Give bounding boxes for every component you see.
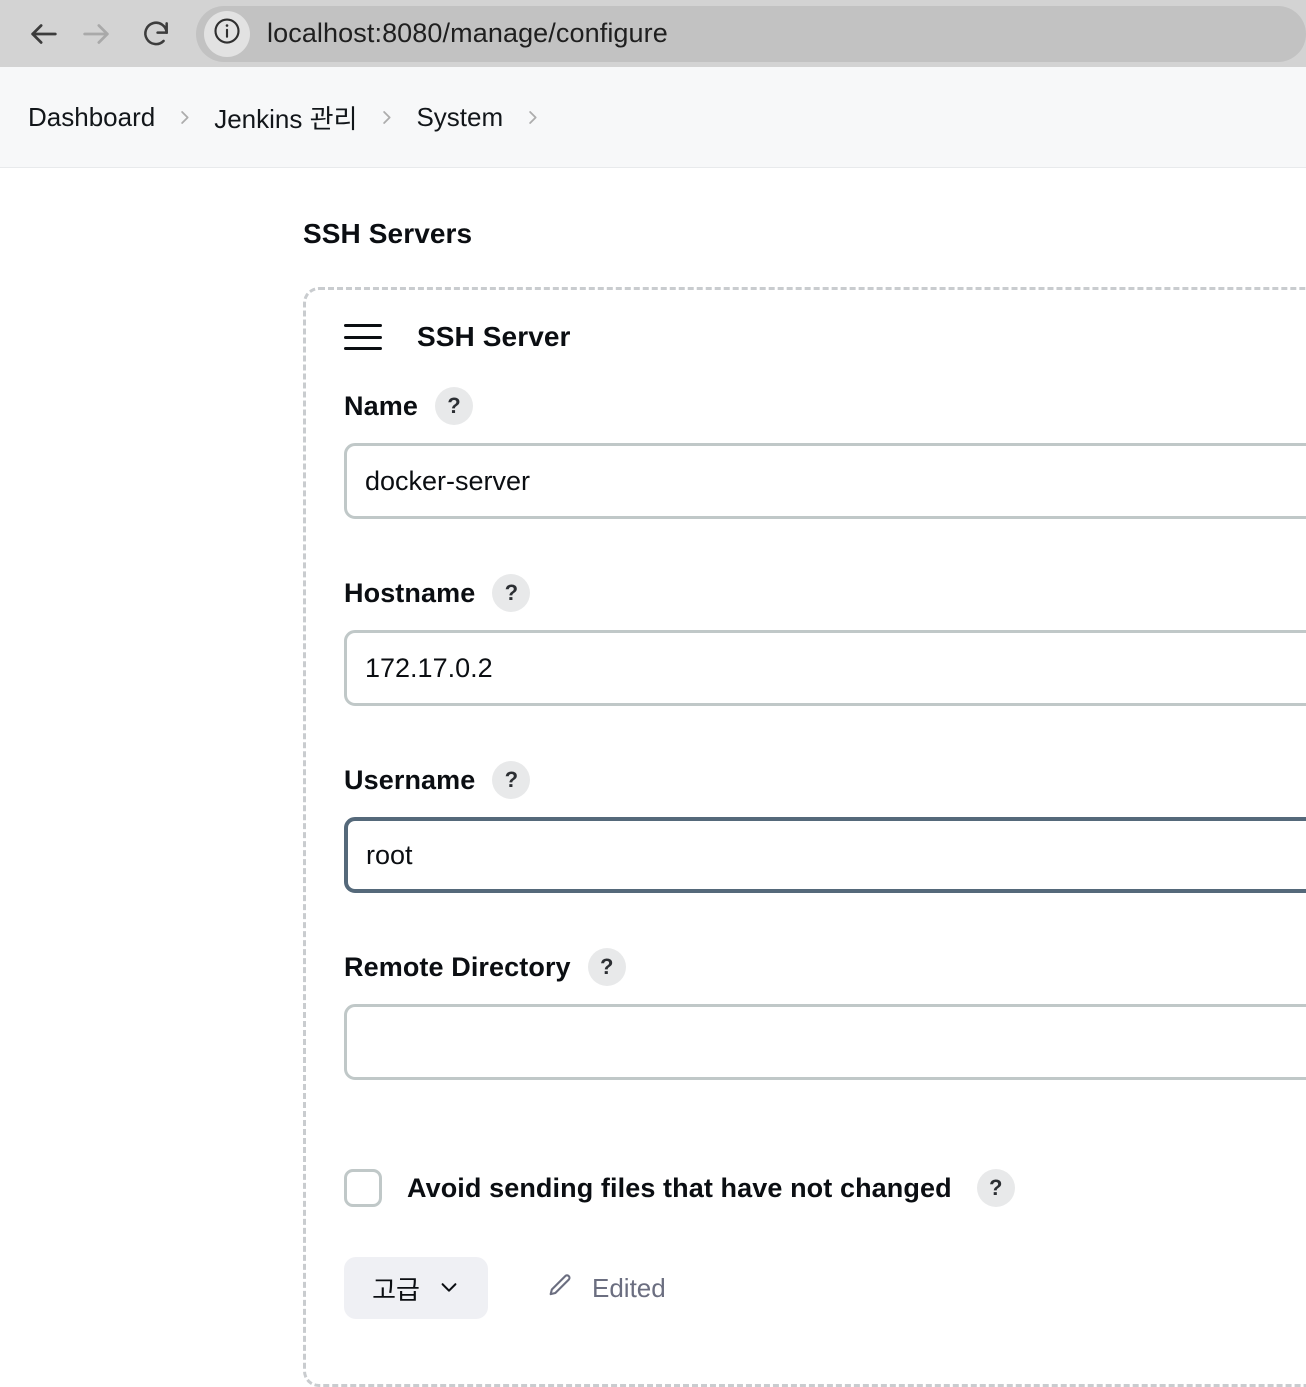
- avoid-sending-files-row: Avoid sending files that have not change…: [344, 1169, 1015, 1207]
- card-title: SSH Server: [417, 321, 571, 352]
- field-username: Username ?: [344, 761, 1306, 893]
- ssh-server-card: SSH Server Name ? Hostname ? Username ?: [303, 287, 1306, 1387]
- forward-button[interactable]: [70, 8, 122, 60]
- card-header: SSH Server: [344, 321, 571, 353]
- main-content: SSH Servers SSH Server Name ? Hostname ?: [0, 168, 1306, 1387]
- arrow-right-icon: [79, 17, 113, 51]
- help-icon-hostname[interactable]: ?: [492, 574, 531, 612]
- avoid-sending-files-label: Avoid sending files that have not change…: [407, 1172, 952, 1203]
- help-icon-username[interactable]: ?: [492, 761, 531, 799]
- field-label-remote-directory: Remote Directory: [344, 951, 571, 982]
- drag-handle-icon[interactable]: [344, 324, 382, 350]
- url-text: localhost:8080/manage/configure: [267, 18, 668, 48]
- field-remote-directory: Remote Directory ?: [344, 948, 1306, 1080]
- hostname-input[interactable]: [344, 630, 1306, 706]
- card-footer: 고급 Edited: [344, 1257, 666, 1319]
- address-bar[interactable]: localhost:8080/manage/configure: [196, 5, 1306, 62]
- remote-directory-input[interactable]: [344, 1004, 1306, 1080]
- breadcrumb: Dashboard Jenkins 관리 System: [0, 67, 1306, 168]
- field-hostname: Hostname ?: [344, 574, 1306, 706]
- back-button[interactable]: [18, 8, 70, 60]
- edited-status: Edited: [546, 1272, 666, 1305]
- chevron-right-icon: [175, 108, 194, 127]
- browser-toolbar: localhost:8080/manage/configure: [0, 0, 1306, 67]
- field-label-name: Name: [344, 390, 418, 421]
- help-icon-name[interactable]: ?: [434, 387, 473, 425]
- breadcrumb-item-system[interactable]: System: [416, 102, 503, 133]
- chevron-right-icon: [377, 108, 396, 127]
- field-label-hostname: Hostname: [344, 577, 476, 608]
- edited-label: Edited: [592, 1272, 666, 1303]
- reload-button[interactable]: [130, 8, 182, 60]
- breadcrumb-item-dashboard[interactable]: Dashboard: [28, 102, 155, 133]
- arrow-left-icon: [27, 17, 61, 51]
- chevron-down-icon: [438, 1276, 460, 1301]
- name-input[interactable]: [344, 443, 1306, 519]
- advanced-button[interactable]: 고급: [344, 1257, 488, 1319]
- help-icon-remote-directory[interactable]: ?: [587, 948, 626, 986]
- advanced-button-label: 고급: [372, 1274, 420, 1305]
- chevron-right-icon: [523, 108, 542, 127]
- pencil-icon: [546, 1272, 574, 1305]
- field-label-username: Username: [344, 764, 476, 795]
- info-circle-icon: [212, 16, 242, 51]
- reload-icon: [140, 18, 172, 50]
- help-icon-avoid-sending-files[interactable]: ?: [976, 1169, 1015, 1207]
- field-name: Name ?: [344, 387, 1306, 519]
- breadcrumb-item-jenkins-manage[interactable]: Jenkins 관리: [214, 99, 357, 136]
- page-title: SSH Servers: [303, 218, 473, 249]
- username-input[interactable]: [344, 817, 1306, 893]
- avoid-sending-files-checkbox[interactable]: [344, 1169, 382, 1207]
- site-info-button[interactable]: [204, 10, 250, 57]
